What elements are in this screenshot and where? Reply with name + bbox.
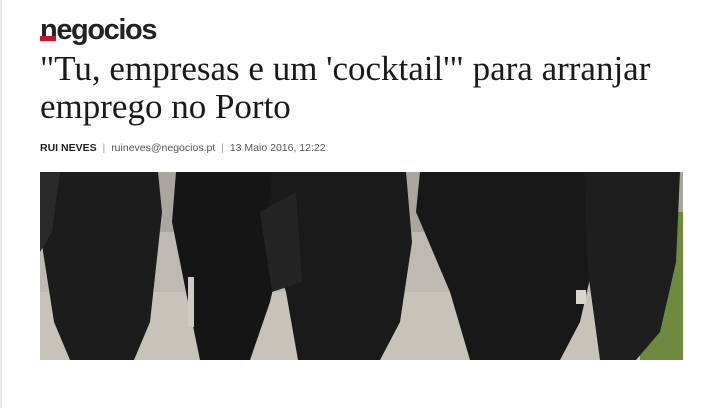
site-logo[interactable]: negocios [40, 14, 158, 46]
logo-accent-mark [40, 36, 56, 41]
article-photo[interactable] [40, 172, 683, 360]
article-byline: RUI NEVES | ruineves@negocios.pt | 13 Ma… [40, 142, 326, 154]
students-in-capes-photo [40, 172, 683, 360]
author-name[interactable]: RUI NEVES [40, 142, 97, 154]
author-email[interactable]: ruineves@negocios.pt [111, 142, 215, 154]
byline-separator: | [221, 142, 224, 154]
page-edge [0, 0, 2, 408]
publish-date: 13 Maio 2016, 12:22 [229, 142, 326, 154]
byline-separator: | [102, 142, 106, 154]
logo-wordmark: negocios [40, 14, 158, 46]
article-headline: "Tu, empresas e um 'cocktail'" para arra… [40, 49, 651, 126]
